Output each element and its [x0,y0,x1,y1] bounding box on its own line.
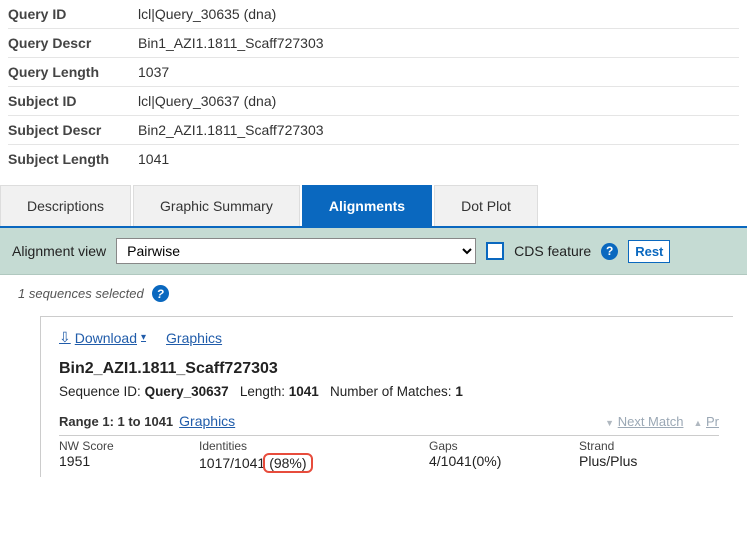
length-value: 1041 [289,384,319,399]
range-label: Range 1: 1 to 1041 [59,414,173,429]
restore-button[interactable]: Rest [628,240,670,263]
next-match-link[interactable]: Next Match [618,414,684,429]
strand-label: Strand [579,439,719,453]
triangle-down-icon: ▼ [605,418,614,428]
tab-graphic-summary[interactable]: Graphic Summary [133,185,300,226]
cds-feature-label: CDS feature [514,243,591,259]
download-label: Download [75,330,137,346]
alignment-view-bar: Alignment view Pairwise CDS feature ? Re… [0,228,747,275]
tab-alignments[interactable]: Alignments [302,185,432,226]
seqid-value: Query_30637 [145,384,229,399]
cds-feature-checkbox[interactable] [486,242,504,260]
result-links: ⇩ Download ▾ Graphics [59,329,719,346]
sequences-selected-text: 1 sequences selected [18,286,144,301]
subject-length-value: 1041 [138,151,739,167]
stat-strand: Strand Plus/Plus [579,439,719,473]
subject-length-label: Subject Length [8,151,138,167]
chevron-down-icon: ▾ [141,332,146,343]
graphics-link[interactable]: Graphics [166,330,222,346]
tabs: Descriptions Graphic Summary Alignments … [0,185,747,228]
query-descr-value: Bin1_AZI1.1811_Scaff727303 [138,35,739,51]
identities-value: 1017/1041(98%) [199,453,429,473]
range-row: Range 1: 1 to 1041 Graphics ▼ Next Match… [59,413,719,429]
subject-descr-value: Bin2_AZI1.1811_Scaff727303 [138,122,739,138]
sequences-selected-bar: 1 sequences selected ? [0,275,747,312]
prev-match-group: ▲ Pr [693,414,719,429]
help-icon[interactable]: ? [152,285,169,302]
download-link[interactable]: ⇩ Download ▾ [59,329,146,346]
stat-gaps: Gaps 4/1041(0%) [429,439,579,473]
alignment-view-label: Alignment view [12,243,106,259]
meta-row-query-length: Query Length 1037 [8,58,739,87]
match-nav: ▼ Next Match ▲ Pr [605,414,719,429]
range-graphics-link[interactable]: Graphics [179,413,235,429]
alignment-result: ⇩ Download ▾ Graphics Bin2_AZI1.1811_Sca… [40,316,733,477]
identities-fraction: 1017/1041 [199,455,265,471]
query-id-value: lcl|Query_30635 (dna) [138,6,739,22]
meta-row-query-descr: Query Descr Bin1_AZI1.1811_Scaff727303 [8,29,739,58]
query-length-value: 1037 [138,64,739,80]
subject-id-value: lcl|Query_30637 (dna) [138,93,739,109]
stat-nw-score: NW Score 1951 [59,439,199,473]
meta-row-subject-length: Subject Length 1041 [8,145,739,173]
identities-percent-highlight: (98%) [263,453,312,473]
query-id-label: Query ID [8,6,138,22]
identities-label: Identities [199,439,429,453]
meta-row-query-id: Query ID lcl|Query_30635 (dna) [8,0,739,29]
triangle-up-icon: ▲ [693,418,702,428]
matches-value: 1 [455,384,463,399]
alignment-stats: NW Score 1951 Identities 1017/1041(98%) … [59,435,719,473]
nw-score-value: 1951 [59,453,199,469]
prev-match-link[interactable]: Pr [706,414,719,429]
gaps-value: 4/1041(0%) [429,453,579,469]
meta-row-subject-descr: Subject Descr Bin2_AZI1.1811_Scaff727303 [8,116,739,145]
stat-identities: Identities 1017/1041(98%) [199,439,429,473]
sequence-title: Bin2_AZI1.1811_Scaff727303 [59,360,719,378]
query-length-label: Query Length [8,64,138,80]
subject-descr-label: Subject Descr [8,122,138,138]
strand-value: Plus/Plus [579,453,719,469]
subject-id-label: Subject ID [8,93,138,109]
matches-label: Number of Matches: [330,384,455,399]
sequence-meta: Sequence ID: Query_30637 Length: 1041 Nu… [59,384,719,399]
download-icon: ⇩ [59,329,71,346]
query-descr-label: Query Descr [8,35,138,51]
nw-score-label: NW Score [59,439,199,453]
metadata-table: Query ID lcl|Query_30635 (dna) Query Des… [0,0,747,185]
gaps-label: Gaps [429,439,579,453]
next-match-group: ▼ Next Match [605,414,683,429]
length-label: Length: [240,384,289,399]
seqid-label: Sequence ID: [59,384,145,399]
meta-row-subject-id: Subject ID lcl|Query_30637 (dna) [8,87,739,116]
alignment-view-select[interactable]: Pairwise [116,238,476,264]
help-icon[interactable]: ? [601,243,618,260]
tab-descriptions[interactable]: Descriptions [0,185,131,226]
tab-dot-plot[interactable]: Dot Plot [434,185,538,226]
